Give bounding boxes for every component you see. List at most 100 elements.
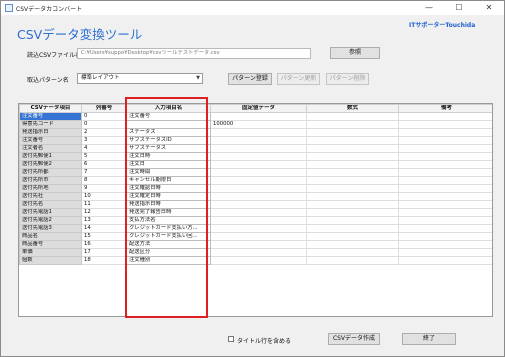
create-csv-button[interactable]: CSVデータ作成: [328, 333, 380, 345]
pattern-select[interactable]: 標準レイアウト ▼: [77, 73, 203, 84]
include-title-checkbox[interactable]: [228, 336, 234, 342]
table-row[interactable]: 送付先所地 9 注文確認日時 ⌄: [19, 184, 492, 193]
fixed-value-cell[interactable]: [210, 200, 307, 209]
fixed-value-cell[interactable]: [210, 248, 307, 257]
column-number-cell[interactable]: 6: [81, 160, 127, 169]
csv-item-cell[interactable]: 注文番号: [19, 112, 82, 121]
remarks-cell[interactable]: [398, 184, 492, 193]
csv-item-cell[interactable]: 注文番号: [19, 136, 82, 145]
formula-cell[interactable]: [306, 168, 399, 177]
input-item-combo[interactable]: 注文日時 ⌄: [126, 152, 211, 161]
input-item-combo[interactable]: 発送指示日時 ⌄: [126, 200, 211, 209]
pattern-update-button[interactable]: パターン更新: [277, 73, 320, 85]
csv-item-cell[interactable]: 商品番号: [19, 240, 82, 249]
input-item-combo[interactable]: クレジットカード支払い回... ⌄: [126, 232, 211, 241]
csv-item-cell[interactable]: 送付先電話2: [19, 216, 82, 225]
table-row[interactable]: 送付先社 10 注文確定日時 ⌄: [19, 192, 492, 201]
column-header[interactable]: 備考: [398, 104, 492, 113]
chevron-down-icon[interactable]: ⌄: [205, 234, 209, 240]
column-number-cell[interactable]: 8: [81, 176, 127, 185]
browse-button[interactable]: 参照: [330, 47, 380, 59]
table-row[interactable]: 送付先所市 8 キャンセル期限日 ⌄: [19, 176, 492, 185]
table-row[interactable]: 注文者名 4 サブステータス ⌄: [19, 144, 492, 153]
input-item-combo[interactable]: 配送区分 ⌄: [126, 248, 211, 257]
input-item-combo[interactable]: 発送完了報告日時 ⌄: [126, 208, 211, 217]
table-row[interactable]: 送付先郵便1 5 注文日時 ⌄: [19, 152, 492, 161]
input-item-combo[interactable]: 注文日 ⌄: [126, 160, 211, 169]
table-row[interactable]: 個数 18 注文種別 ⌄: [19, 256, 492, 265]
table-row[interactable]: 送付先所都 7 注文時間 ⌄: [19, 168, 492, 177]
table-row[interactable]: 商品番号 16 配送方法 ⌄: [19, 240, 492, 249]
csv-item-cell[interactable]: 送付先郵便2: [19, 160, 82, 169]
formula-cell[interactable]: [306, 160, 399, 169]
remarks-cell[interactable]: [398, 208, 492, 217]
fixed-value-cell[interactable]: [210, 240, 307, 249]
csv-item-cell[interactable]: 送付先電話1: [19, 208, 82, 217]
chevron-down-icon[interactable]: ⌄: [205, 130, 209, 136]
csv-item-cell[interactable]: 送付先社: [19, 192, 82, 201]
remarks-cell[interactable]: [398, 240, 492, 249]
input-item-combo[interactable]: 支払方法名 ⌄: [126, 216, 211, 225]
table-row[interactable]: 送付先電話2 13 支払方法名 ⌄: [19, 216, 492, 225]
chevron-down-icon[interactable]: ⌄: [205, 194, 209, 200]
formula-cell[interactable]: [306, 216, 399, 225]
remarks-cell[interactable]: [398, 256, 492, 265]
chevron-down-icon[interactable]: ⌄: [205, 170, 209, 176]
remarks-cell[interactable]: [398, 216, 492, 225]
chevron-down-icon[interactable]: ⌄: [205, 162, 209, 168]
column-header[interactable]: CSVデータ項目: [19, 104, 82, 113]
formula-cell[interactable]: [306, 128, 399, 137]
remarks-cell[interactable]: [398, 120, 492, 129]
fixed-value-cell[interactable]: [210, 136, 307, 145]
table-row[interactable]: 商品名 15 クレジットカード支払い回... ⌄: [19, 232, 492, 241]
remarks-cell[interactable]: [398, 200, 492, 209]
chevron-down-icon[interactable]: ⌄: [205, 218, 209, 224]
column-number-cell[interactable]: 7: [81, 168, 127, 177]
csv-item-cell[interactable]: 送付先所地: [19, 184, 82, 193]
fixed-value-cell[interactable]: [210, 160, 307, 169]
input-item-combo[interactable]: クレジットカード支払い方... ⌄: [126, 224, 211, 233]
column-header[interactable]: 入力項目名: [126, 104, 211, 113]
input-item-combo[interactable]: サブステータスID ⌄: [126, 136, 211, 145]
column-header[interactable]: 列番号: [81, 104, 127, 113]
fixed-value-cell[interactable]: [210, 216, 307, 225]
formula-cell[interactable]: [306, 208, 399, 217]
chevron-down-icon[interactable]: ⌄: [205, 202, 209, 208]
formula-cell[interactable]: [306, 176, 399, 185]
formula-cell[interactable]: [306, 152, 399, 161]
remarks-cell[interactable]: [398, 160, 492, 169]
pattern-delete-button[interactable]: パターン削除: [326, 73, 369, 85]
chevron-down-icon[interactable]: ⌄: [205, 114, 209, 120]
input-item-combo[interactable]: サブステータス ⌄: [126, 144, 211, 153]
fixed-value-cell[interactable]: [210, 232, 307, 241]
input-item-combo[interactable]: ステータス ⌄: [126, 128, 211, 137]
chevron-down-icon[interactable]: ⌄: [205, 226, 209, 232]
column-header[interactable]: 固定値データ: [210, 104, 307, 113]
column-number-cell[interactable]: 12: [81, 208, 127, 217]
formula-cell[interactable]: [306, 224, 399, 233]
csv-item-cell[interactable]: 送付先電話3: [19, 224, 82, 233]
fixed-value-cell[interactable]: [210, 224, 307, 233]
column-number-cell[interactable]: 10: [81, 192, 127, 201]
chevron-down-icon[interactable]: ⌄: [205, 250, 209, 256]
formula-cell[interactable]: [306, 248, 399, 257]
pattern-register-button[interactable]: パターン登録: [228, 73, 272, 85]
table-row[interactable]: 送付先電話3 14 クレジットカード支払い方... ⌄: [19, 224, 492, 233]
column-number-cell[interactable]: 17: [81, 248, 127, 257]
input-item-combo[interactable]: 配送方法 ⌄: [126, 240, 211, 249]
fixed-value-cell[interactable]: [210, 152, 307, 161]
remarks-cell[interactable]: [398, 136, 492, 145]
table-row[interactable]: 得意先コード 0 ⌄ 100000: [19, 120, 492, 129]
chevron-down-icon[interactable]: ⌄: [205, 258, 209, 264]
input-item-combo[interactable]: 注文確認日時 ⌄: [126, 184, 211, 193]
table-row[interactable]: 注文番号 0 注文番号 ⌄: [19, 112, 492, 121]
remarks-cell[interactable]: [398, 224, 492, 233]
formula-cell[interactable]: [306, 232, 399, 241]
chevron-down-icon[interactable]: ⌄: [205, 122, 209, 128]
input-item-combo[interactable]: 注文種別 ⌄: [126, 256, 211, 265]
column-number-cell[interactable]: 3: [81, 136, 127, 145]
column-number-cell[interactable]: 4: [81, 144, 127, 153]
csv-item-cell[interactable]: 単価: [19, 248, 82, 257]
close-icon[interactable]: ✕: [478, 1, 500, 15]
remarks-cell[interactable]: [398, 144, 492, 153]
